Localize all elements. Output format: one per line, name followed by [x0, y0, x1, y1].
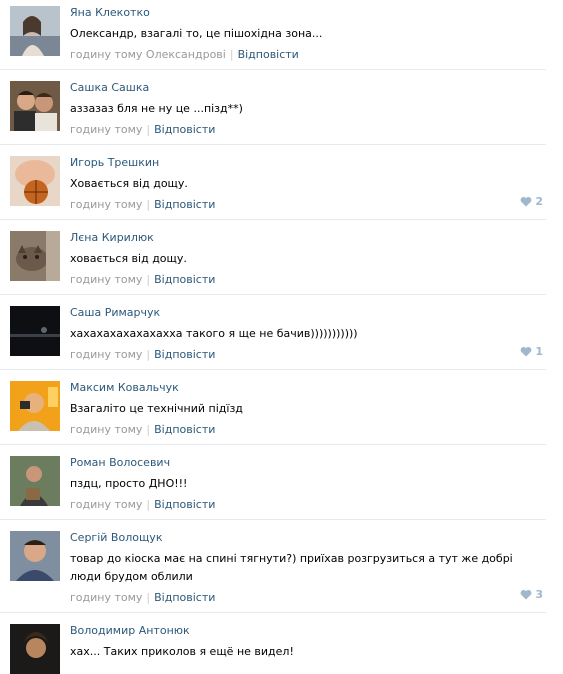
comment-item: Игорь Трешкин Ховається від дощу. годину… [0, 150, 546, 220]
comment-text: Ховається від дощу. [70, 177, 188, 190]
reply-link[interactable]: Відповісти [238, 48, 299, 61]
comment-item: Сергій Волощук товар до кіоска має на сп… [0, 525, 546, 613]
meta-separator: | [146, 423, 151, 436]
like-count: 2 [535, 195, 543, 208]
comment-meta: годину тому | Відповісти [70, 123, 546, 137]
comment-author-link[interactable]: Саша Римарчук [70, 306, 160, 320]
comment-time[interactable]: годину тому [70, 498, 142, 511]
heart-icon [520, 347, 532, 357]
meta-separator: | [146, 591, 151, 604]
avatar[interactable] [10, 456, 60, 506]
meta-separator: | [146, 198, 151, 211]
comment-text: аззазаз бля не ну це ...пізд**) [70, 102, 243, 115]
comment-item: Володимир Антонюк хах... Таких приколов … [0, 618, 546, 674]
comment-meta: годину тому | Відповісти [70, 348, 546, 362]
meta-separator: | [229, 48, 234, 61]
avatar[interactable] [10, 81, 60, 131]
comment-meta: годину тому | Відповісти [70, 273, 546, 287]
like-button[interactable]: 1 [520, 345, 543, 358]
comment-item: Лєна Кирилюк ховається від дощу. годину … [0, 225, 546, 295]
comment-text: Олександр, взагалі то, це пішохідна зона… [70, 27, 323, 40]
like-button[interactable]: 3 [520, 588, 543, 601]
heart-icon [520, 197, 532, 207]
comment-author-link[interactable]: Игорь Трешкин [70, 156, 159, 170]
comment-author-link[interactable]: Яна Клекотко [70, 6, 150, 20]
like-button[interactable]: 2 [520, 195, 543, 208]
comment-meta: годину тому | Відповісти [70, 198, 546, 212]
avatar[interactable] [10, 624, 60, 674]
like-count: 1 [535, 345, 543, 358]
meta-separator: | [146, 498, 151, 511]
avatar[interactable] [10, 6, 60, 56]
comment-time[interactable]: годину тому [70, 198, 142, 211]
avatar[interactable] [10, 156, 60, 206]
reply-link[interactable]: Відповісти [154, 273, 215, 286]
like-count: 3 [535, 588, 543, 601]
reply-link[interactable]: Відповісти [154, 591, 215, 604]
comment-time[interactable]: годину тому [70, 348, 142, 361]
comment-time[interactable]: годину тому [70, 273, 142, 286]
comment-item: Саша Римарчук хахахахахахахахха такого я… [0, 300, 546, 370]
comment-time[interactable]: годину тому [70, 123, 142, 136]
comment-author-link[interactable]: Максим Ковальчук [70, 381, 179, 395]
comment-text: пздц, просто ДНО!!! [70, 477, 188, 490]
meta-separator: | [146, 348, 151, 361]
reply-link[interactable]: Відповісти [154, 348, 215, 361]
reply-link[interactable]: Відповісти [154, 198, 215, 211]
avatar[interactable] [10, 306, 60, 356]
comment-author-link[interactable]: Сашка Сашка [70, 81, 149, 95]
comment-meta: годину тому Олександрові | Відповісти [70, 48, 546, 62]
comment-time[interactable]: годину тому [70, 423, 142, 436]
meta-separator: | [146, 273, 151, 286]
comment-item: Максим Ковальчук Взагаліто це технічний … [0, 375, 546, 445]
comment-text: товар до кіоска має на спині тягнути?) п… [70, 552, 513, 583]
comment-text: хахахахахахахахха такого я ще не бачив))… [70, 327, 358, 340]
comment-meta: годину тому | Відповісти [70, 591, 546, 605]
avatar[interactable] [10, 531, 60, 581]
comment-author-link[interactable]: Сергій Волощук [70, 531, 162, 545]
comment-text: ховається від дощу. [70, 252, 187, 265]
comment-item: Яна Клекотко Олександр, взагалі то, це п… [0, 0, 546, 70]
avatar[interactable] [10, 231, 60, 281]
heart-icon [520, 590, 532, 600]
comment-time[interactable]: годину тому [70, 591, 142, 604]
avatar[interactable] [10, 381, 60, 431]
comment-author-link[interactable]: Володимир Антонюк [70, 624, 190, 638]
comment-author-link[interactable]: Роман Волосевич [70, 456, 170, 470]
comment-time[interactable]: годину тому Олександрові [70, 48, 226, 61]
meta-separator: | [146, 123, 151, 136]
comment-text: Взагаліто це технічний підїзд [70, 402, 243, 415]
comment-meta: годину тому | Відповісти [70, 498, 546, 512]
comment-item: Роман Волосевич пздц, просто ДНО!!! годи… [0, 450, 546, 520]
reply-link[interactable]: Відповісти [154, 423, 215, 436]
comment-meta: годину тому | Відповісти [70, 423, 546, 437]
comment-item: Сашка Сашка аззазаз бля не ну це ...пізд… [0, 75, 546, 145]
reply-link[interactable]: Відповісти [154, 123, 215, 136]
reply-link[interactable]: Відповісти [154, 498, 215, 511]
comment-text: хах... Таких приколов я ещё не видел! [70, 645, 294, 658]
comments-list: Яна Клекотко Олександр, взагалі то, це п… [0, 0, 563, 674]
comment-author-link[interactable]: Лєна Кирилюк [70, 231, 154, 245]
